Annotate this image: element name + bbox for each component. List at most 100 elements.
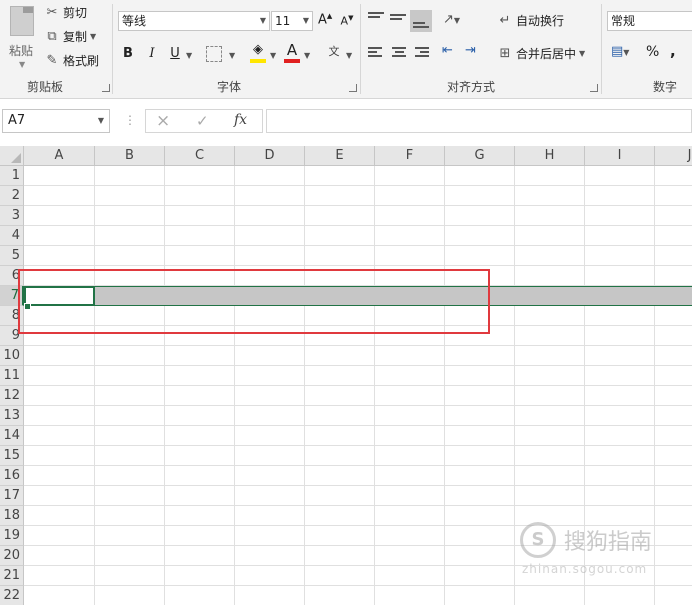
column-header-e[interactable]: E (305, 146, 375, 166)
column-header-j[interactable]: J (655, 146, 692, 166)
row-header-10[interactable]: 10 (0, 346, 24, 366)
copy-button[interactable]: ⧉ 复制 ▼ (44, 28, 96, 45)
currency-icon[interactable]: ▤▼ (611, 44, 629, 59)
enter-icon[interactable]: ✓ (196, 112, 209, 130)
column-header-f[interactable]: F (375, 146, 445, 166)
align-bottom-icon[interactable] (410, 10, 432, 32)
scissors-icon: ✂ (46, 5, 58, 20)
row-header-22[interactable]: 22 (0, 586, 24, 605)
chevron-down-icon[interactable]: ▼ (229, 51, 235, 60)
chevron-down-icon: ▼ (19, 60, 26, 69)
row-header-3[interactable]: 3 (0, 206, 24, 226)
row-header-13[interactable]: 13 (0, 406, 24, 426)
annotation-highlight-box (18, 269, 490, 334)
row-gridline (24, 345, 692, 346)
font-size-combo[interactable]: 11 ▼ (271, 11, 313, 31)
merge-cells-icon: ⊞ (499, 46, 511, 61)
chevron-down-icon[interactable]: ▼ (90, 32, 96, 41)
column-header-a[interactable]: A (24, 146, 95, 166)
row-header-1[interactable]: 1 (0, 166, 24, 186)
column-header-d[interactable]: D (235, 146, 305, 166)
name-box-value: A7 (8, 113, 26, 128)
number-format-combo[interactable]: 常规 (607, 11, 692, 31)
row-header-2[interactable]: 2 (0, 186, 24, 206)
align-left-icon[interactable] (368, 47, 382, 57)
font-launcher-icon[interactable] (349, 84, 357, 92)
row-header-17[interactable]: 17 (0, 486, 24, 506)
row-gridline (24, 265, 692, 266)
ribbon: 粘贴 ▼ ✂ 剪切 ⧉ 复制 ▼ ✎ 格式刷 剪贴板 等线 ▼ 11 ▼ A▲ … (0, 0, 692, 99)
borders-icon[interactable] (206, 46, 222, 62)
row-header-12[interactable]: 12 (0, 386, 24, 406)
fill-color-icon[interactable]: ◈ (250, 42, 266, 58)
decrease-font-icon[interactable]: A▼ (340, 14, 354, 28)
cut-label: 剪切 (63, 6, 88, 20)
insert-function-icon[interactable]: fx (234, 112, 247, 128)
phonetic-guide-icon[interactable]: 文 (326, 43, 342, 59)
select-all-corner[interactable] (0, 146, 24, 166)
increase-font-icon[interactable]: A▲ (318, 12, 332, 27)
column-header-i[interactable]: I (585, 146, 655, 166)
comma-button[interactable]: , (670, 42, 676, 60)
formula-bar: A7 ▼ ⋮ × ✓ fx (0, 106, 692, 136)
merge-center-button[interactable]: ⊞ 合并后居中 ▼ (497, 45, 586, 62)
decrease-indent-icon[interactable]: ⇤ (442, 43, 453, 58)
copy-label: 复制 (63, 30, 88, 44)
paste-label: 粘贴 (9, 44, 34, 58)
row-gridline (24, 445, 692, 446)
row-header-15[interactable]: 15 (0, 446, 24, 466)
format-painter-button[interactable]: ✎ 格式刷 (44, 52, 99, 69)
format-painter-label: 格式刷 (63, 54, 100, 68)
row-header-19[interactable]: 19 (0, 526, 24, 546)
paste-button[interactable]: 粘贴 ▼ (4, 4, 38, 69)
row-header-4[interactable]: 4 (0, 226, 24, 246)
row-header-5[interactable]: 5 (0, 246, 24, 266)
chevron-down-icon[interactable]: ▼ (270, 51, 276, 60)
italic-button[interactable]: I (145, 46, 159, 61)
row-gridline (24, 245, 692, 246)
alignment-launcher-icon[interactable] (590, 84, 598, 92)
cancel-icon[interactable]: × (156, 111, 170, 131)
align-middle-icon[interactable] (390, 14, 406, 28)
align-center-icon[interactable] (392, 47, 406, 57)
chevron-down-icon: ▼ (97, 116, 104, 125)
row-header-11[interactable]: 11 (0, 366, 24, 386)
font-color-icon[interactable]: A (284, 41, 300, 59)
row-header-16[interactable]: 16 (0, 466, 24, 486)
name-box[interactable]: A7 ▼ (2, 109, 110, 133)
font-size-value: 11 (275, 14, 291, 28)
font-color-bar (284, 59, 300, 63)
chevron-down-icon[interactable]: ▼ (186, 51, 192, 60)
row-header-20[interactable]: 20 (0, 546, 24, 566)
wrap-text-button[interactable]: ↵ 自动换行 (497, 12, 564, 29)
chevron-down-icon[interactable]: ▼ (304, 51, 310, 60)
row-gridline (24, 405, 692, 406)
increase-indent-icon[interactable]: ⇥ (465, 43, 476, 58)
percent-button[interactable]: % (646, 44, 659, 60)
group-separator (601, 4, 602, 94)
align-top-icon[interactable] (368, 12, 384, 26)
row-header-21[interactable]: 21 (0, 566, 24, 586)
formula-input[interactable] (266, 109, 692, 133)
cut-button[interactable]: ✂ 剪切 (44, 4, 87, 21)
wrap-text-icon: ↵ (499, 13, 511, 28)
chevron-down-icon: ▼ (259, 16, 266, 25)
paintbrush-icon: ✎ (46, 53, 58, 68)
font-name-combo[interactable]: 等线 ▼ (118, 11, 270, 31)
orientation-icon[interactable]: ↗▼ (443, 12, 460, 27)
row-header-18[interactable]: 18 (0, 506, 24, 526)
column-header-h[interactable]: H (515, 146, 585, 166)
bold-button[interactable]: B (121, 46, 135, 61)
chevron-down-icon[interactable]: ▼ (579, 49, 585, 58)
chevron-down-icon[interactable]: ▼ (346, 51, 352, 60)
clipboard-launcher-icon[interactable] (102, 84, 110, 92)
column-header-b[interactable]: B (95, 146, 165, 166)
underline-button[interactable]: U (168, 46, 182, 61)
formula-buttons: × ✓ fx (145, 109, 263, 133)
column-header-g[interactable]: G (445, 146, 515, 166)
group-separator (360, 4, 361, 94)
row-header-14[interactable]: 14 (0, 426, 24, 446)
column-header-c[interactable]: C (165, 146, 235, 166)
spreadsheet-grid[interactable]: ABCDEFGHIJ 1 2 3 4 5 6 7 8 9 10 11 12 13 14 15 16 17 18 19… (0, 146, 692, 605)
align-right-icon[interactable] (415, 47, 429, 57)
